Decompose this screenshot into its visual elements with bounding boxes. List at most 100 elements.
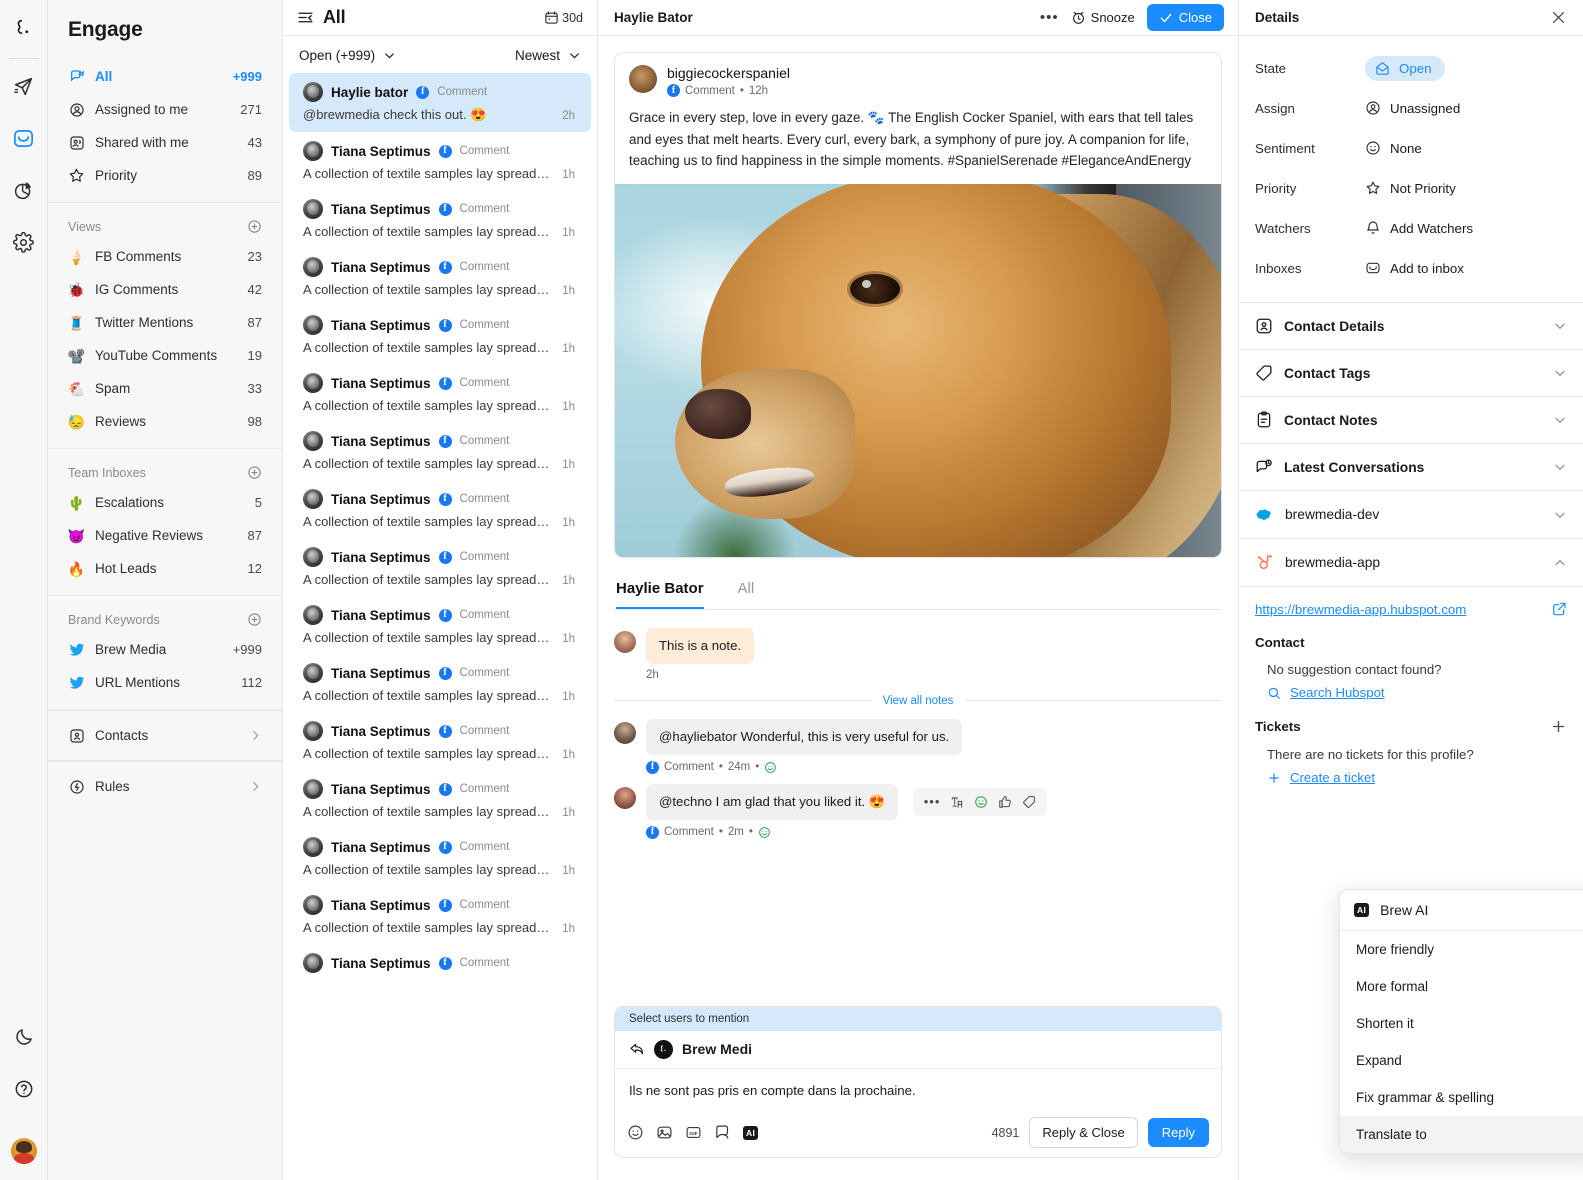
conversation-list-item[interactable]: Tiana Septimus f Comment A collection of te…: [289, 828, 591, 886]
sidebar-item-priority[interactable]: Priority 89: [48, 159, 282, 192]
search-hubspot-action[interactable]: Search Hubspot: [1267, 685, 1567, 700]
sentiment-value[interactable]: None: [1365, 140, 1422, 156]
gif-icon[interactable]: GIF: [685, 1124, 702, 1141]
publish-icon[interactable]: [7, 69, 41, 103]
add-ticket-icon[interactable]: [1550, 718, 1567, 735]
sidebar-inbox-hot-leads[interactable]: 🔥 Hot Leads 12: [48, 552, 282, 585]
watchers-value[interactable]: Add Watchers: [1365, 220, 1473, 236]
detail-value: Unassigned: [1390, 100, 1461, 116]
sidebar-item-shared-with-me[interactable]: Shared with me 43: [48, 126, 282, 159]
conversation-list-item[interactable]: Tiana Septimus f Comment A collection of te…: [289, 654, 591, 712]
sidebar-keyword-url-mentions[interactable]: URL Mentions 112: [48, 666, 282, 699]
tab-all[interactable]: All: [738, 580, 755, 609]
add-team-inbox-icon[interactable]: [247, 465, 262, 480]
sidebar-view-reviews[interactable]: 😓 Reviews 98: [48, 405, 282, 438]
analytics-icon[interactable]: [7, 173, 41, 207]
ai-menu-item-fix-grammar-spelling[interactable]: Fix grammar & spelling: [1340, 1079, 1583, 1116]
date-range-selector[interactable]: 30d: [544, 10, 583, 25]
reaction-icon[interactable]: [758, 826, 771, 839]
sidebar-view-fb-comments[interactable]: 🍦 FB Comments 23: [48, 240, 282, 273]
conversation-list-item[interactable]: Tiana Septimus f Comment A collection of te…: [289, 596, 591, 654]
details-section-brewmedia-app[interactable]: brewmedia-app: [1239, 539, 1583, 587]
inboxes-value[interactable]: Add to inbox: [1365, 260, 1464, 276]
conversation-list-item[interactable]: Tiana Septimus f Comment A collection of te…: [289, 538, 591, 596]
help-icon[interactable]: [7, 1072, 41, 1106]
brew-ai-icon[interactable]: AI: [743, 1125, 759, 1140]
app-url-link[interactable]: https://brewmedia-app.hubspot.com: [1255, 602, 1466, 617]
sidebar-view-ig-comments[interactable]: 🐞 IG Comments 42: [48, 273, 282, 306]
translate-icon[interactable]: [950, 795, 964, 809]
sidebar-item-contacts[interactable]: Contacts: [48, 719, 282, 752]
tag-icon[interactable]: [1022, 795, 1036, 809]
post-channel: Comment: [685, 84, 735, 97]
ai-menu-item-more-friendly[interactable]: More friendly: [1340, 931, 1583, 968]
emoji-reaction-icon[interactable]: [974, 795, 988, 809]
post-image[interactable]: [615, 184, 1221, 558]
section-label: brewmedia-app: [1285, 555, 1381, 570]
sidebar-item-assigned-to-me[interactable]: Assigned to me 271: [48, 93, 282, 126]
image-upload-icon[interactable]: [656, 1124, 673, 1141]
settings-icon[interactable]: [7, 225, 41, 259]
add-brand-keyword-icon[interactable]: [247, 612, 262, 627]
conversation-list-item[interactable]: Tiana Septimus f Comment A collection of te…: [289, 132, 591, 190]
reaction-icon[interactable]: [764, 761, 777, 774]
more-options-icon[interactable]: •••: [1040, 10, 1059, 25]
user-avatar[interactable]: [11, 1138, 37, 1164]
composer-text[interactable]: Ils ne sont pas pris en compte dans la p…: [615, 1069, 1221, 1109]
priority-value[interactable]: Not Priority: [1365, 180, 1456, 196]
ai-menu-item-translate-to[interactable]: Translate to: [1340, 1116, 1583, 1153]
reply-arrow-icon[interactable]: [629, 1041, 645, 1057]
snooze-button[interactable]: Snooze: [1071, 10, 1135, 25]
conversation-list-item[interactable]: Haylie bator f Comment @brewmedia check thi…: [289, 73, 591, 132]
dark-mode-icon[interactable]: [7, 1020, 41, 1054]
ai-menu-item-more-formal[interactable]: More formal: [1340, 968, 1583, 1005]
ai-menu-item-shorten-it[interactable]: Shorten it: [1340, 1005, 1583, 1042]
tab-haylie-bator[interactable]: Haylie Bator: [616, 580, 704, 610]
conversation-list-scroll[interactable]: Haylie bator f Comment @brewmedia check thi…: [283, 73, 597, 1180]
details-section-contact-notes[interactable]: Contact Notes: [1239, 397, 1583, 444]
conversation-list-item[interactable]: Tiana Septimus f Comment A collection of te…: [289, 480, 591, 538]
details-section-latest-conversations[interactable]: Latest Conversations: [1239, 444, 1583, 491]
create-ticket-action[interactable]: Create a ticket: [1267, 770, 1567, 785]
status-filter-dropdown[interactable]: Open (+999): [299, 48, 396, 63]
more-options-icon[interactable]: •••: [924, 795, 941, 808]
assign-value[interactable]: Unassigned: [1365, 100, 1460, 116]
conversation-list-item[interactable]: Tiana Septimus f Comment A collection of te…: [289, 422, 591, 480]
conversation-list-item[interactable]: Tiana Septimus f Comment A collection of te…: [289, 886, 591, 944]
view-all-notes-link[interactable]: View all notes: [883, 695, 954, 707]
details-section-contact-tags[interactable]: Contact Tags: [1239, 350, 1583, 397]
sort-filter-dropdown[interactable]: Newest: [515, 48, 581, 63]
add-view-icon[interactable]: [247, 219, 262, 234]
conversation-list-item[interactable]: Tiana Septimus f Comment A collection of te…: [289, 190, 591, 248]
close-button[interactable]: Close: [1146, 4, 1224, 31]
sidebar-item-all[interactable]: All +999: [48, 60, 282, 93]
conversation-list-item[interactable]: Tiana Septimus f Comment A collection of te…: [289, 364, 591, 422]
sidebar-view-twitter-mentions[interactable]: 🧵 Twitter Mentions 87: [48, 306, 282, 339]
reply-and-close-button[interactable]: Reply & Close: [1029, 1117, 1138, 1148]
collapse-list-icon[interactable]: [297, 9, 314, 26]
details-section-contact-details[interactable]: Contact Details: [1239, 303, 1583, 350]
emoji-picker-icon[interactable]: [627, 1124, 644, 1141]
conversation-list-item[interactable]: Tiana Septimus f Comment A collection of te…: [289, 306, 591, 364]
sidebar-inbox-escalations[interactable]: 🌵 Escalations 5: [48, 486, 282, 519]
inbox-icon[interactable]: [7, 121, 41, 155]
conversation-preview: A collection of textile samples lay spre…: [303, 746, 553, 761]
conversation-list-item[interactable]: Tiana Septimus f Comment A collection of te…: [289, 248, 591, 306]
sidebar-inbox-negative-reviews[interactable]: 👿 Negative Reviews 87: [48, 519, 282, 552]
details-section-brewmedia-dev[interactable]: brewmedia-dev: [1239, 491, 1583, 539]
sidebar-view-spam[interactable]: 🐔 Spam 33: [48, 372, 282, 405]
sidebar-keyword-brew-media[interactable]: Brew Media +999: [48, 633, 282, 666]
ai-menu-item-expand[interactable]: Expand: [1340, 1042, 1583, 1079]
thumbs-up-icon[interactable]: [998, 795, 1012, 809]
state-badge[interactable]: Open: [1365, 55, 1445, 81]
conversation-list-item[interactable]: Tiana Septimus f Comment A collection of te…: [289, 770, 591, 828]
reply-button[interactable]: Reply: [1147, 1118, 1209, 1147]
conversation-list-item[interactable]: Tiana Septimus f Comment A collection of te…: [289, 712, 591, 770]
brand-logo[interactable]: [9, 14, 39, 44]
sidebar-view-youtube-comments[interactable]: 📽️ YouTube Comments 19: [48, 339, 282, 372]
close-icon[interactable]: [1550, 9, 1567, 26]
external-link-icon[interactable]: [1551, 601, 1567, 617]
saved-replies-icon[interactable]: [714, 1124, 731, 1141]
sidebar-item-rules[interactable]: Rules: [48, 770, 282, 803]
conversation-list-item[interactable]: Tiana Septimus f Comment: [289, 944, 591, 987]
